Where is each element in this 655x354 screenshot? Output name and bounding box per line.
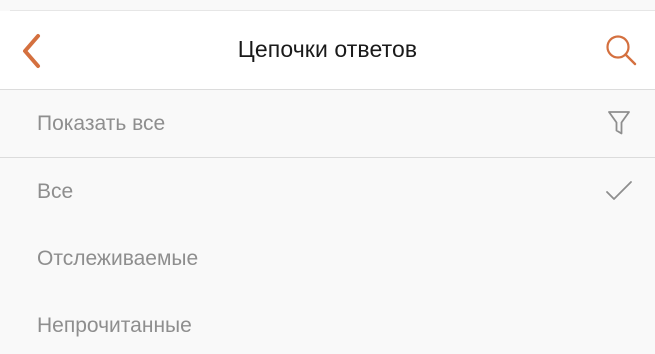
option-label: Непрочитанные: [37, 314, 192, 337]
filter-icon: [608, 111, 630, 135]
search-icon: [606, 35, 637, 66]
thread-filter-screen: Цепочки ответов Показать все Все Отслежи…: [0, 0, 655, 354]
list-item-followed[interactable]: Отслеживаемые: [0, 225, 655, 292]
filter-label: Показать все: [37, 112, 166, 135]
option-label: Отслеживаемые: [37, 247, 199, 270]
list-item-all[interactable]: Все: [0, 158, 655, 225]
list-item-unread[interactable]: Непрочитанные: [0, 292, 655, 354]
search-button[interactable]: [604, 33, 638, 67]
checkmark-icon: [606, 181, 632, 200]
option-label: Все: [37, 180, 74, 203]
navigation-bar: Цепочки ответов: [0, 11, 655, 90]
page-title: Цепочки ответов: [237, 36, 418, 62]
filter-row[interactable]: Показать все: [0, 90, 655, 158]
